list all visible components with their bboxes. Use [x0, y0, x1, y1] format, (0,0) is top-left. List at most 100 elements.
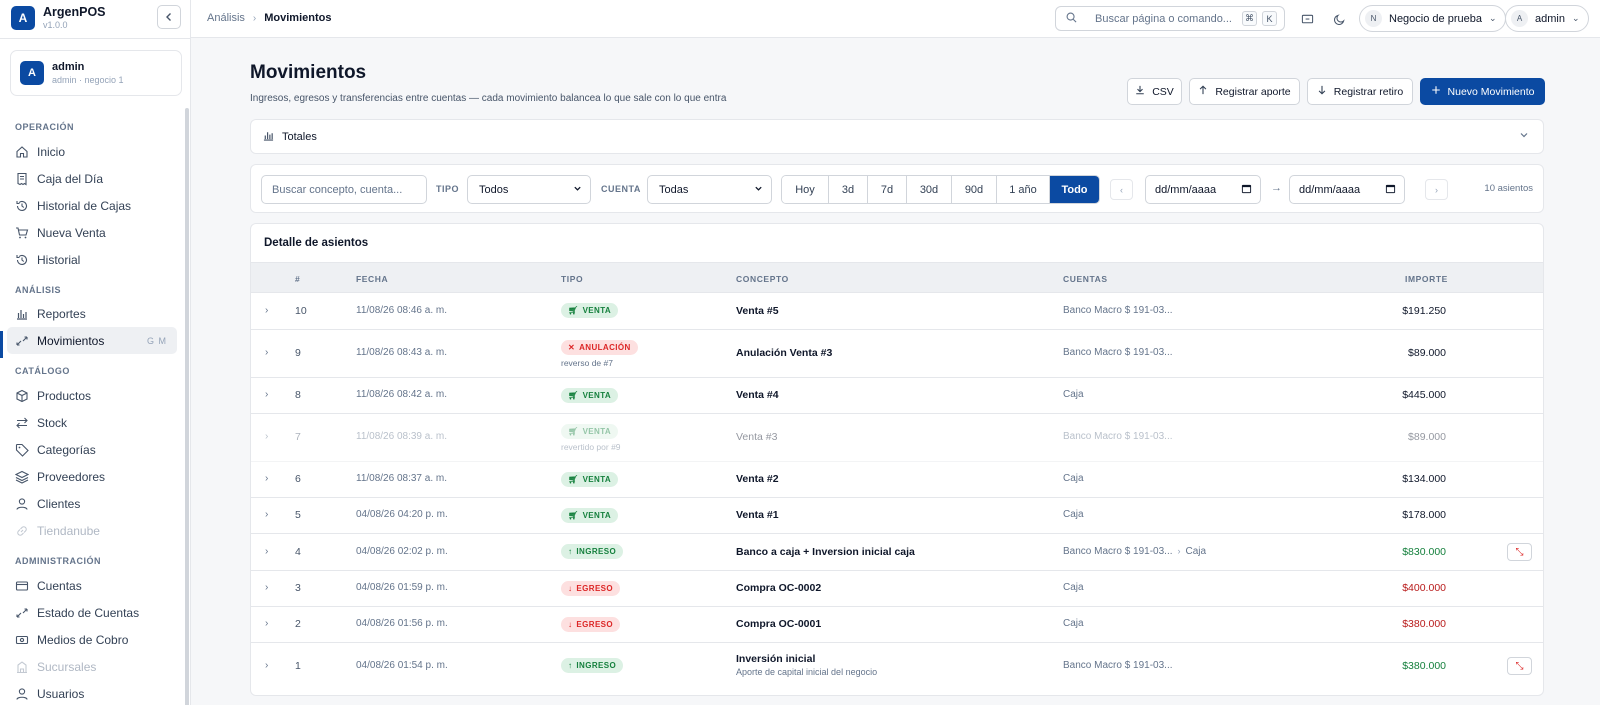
chevron-right-icon[interactable]: › — [265, 546, 268, 557]
th-importe[interactable]: IMPORTE — [1405, 274, 1448, 284]
range-7d[interactable]: 7d — [868, 176, 907, 203]
business-selector[interactable]: N Negocio de prueba ⌄ — [1359, 5, 1506, 32]
reverse-entry-button[interactable]: ⤡ — [1507, 543, 1532, 561]
sidebar-item-label: Historial de Cajas — [37, 198, 132, 213]
tipo-select[interactable]: Todos — [467, 175, 591, 204]
sidebar-scrollbar[interactable] — [185, 108, 189, 705]
sidebar-item-usuarios[interactable]: Usuarios — [7, 680, 177, 705]
sidebar-item-nueva-venta[interactable]: Nueva Venta — [7, 219, 177, 246]
sidebar-item-productos[interactable]: Productos — [7, 382, 177, 409]
sidebar-item-stock[interactable]: Stock — [7, 409, 177, 436]
chevron-right-icon[interactable]: › — [265, 473, 268, 484]
row-account: Banco Macro $ 191-03... › Caja — [1063, 546, 1206, 557]
chevron-right-icon[interactable]: › — [265, 582, 268, 593]
date-to-input[interactable]: dd/mm/aaaa — [1289, 175, 1405, 204]
export-csv-button[interactable]: CSV — [1127, 78, 1182, 105]
tipo-value: Todos — [479, 183, 509, 196]
th-fecha[interactable]: FECHA — [356, 274, 388, 284]
arrow-down-icon: ↓ — [568, 584, 573, 593]
sidebar-item-historial-de-cajas[interactable]: Historial de Cajas — [7, 192, 177, 219]
chevron-right-icon[interactable]: › — [265, 660, 268, 671]
table-row[interactable]: › 2 04/08/26 01:56 p. m. ↓ EGRESO Compra … — [251, 607, 1543, 643]
th-tipo[interactable]: TIPO — [561, 274, 583, 284]
sidebar-item-movimientos[interactable]: Movimientos G M — [7, 327, 177, 354]
sidebar-item-categorias[interactable]: Categorías — [7, 436, 177, 463]
range-todo[interactable]: Todo — [1050, 176, 1099, 203]
chevron-right-icon[interactable]: › — [265, 431, 268, 442]
range-90d[interactable]: 90d — [952, 176, 997, 203]
table-row[interactable]: › 8 11/08/26 08:42 a. m. 🛒︎ VENTA Venta #… — [251, 378, 1543, 414]
chevron-right-icon[interactable]: › — [265, 389, 268, 400]
range-hoy[interactable]: Hoy — [782, 176, 829, 203]
table-row[interactable]: › 1 04/08/26 01:54 p. m. ↑ INGRESO Invers… — [251, 643, 1543, 690]
command-search[interactable]: Buscar página o comando... ⌘ K — [1055, 6, 1285, 31]
row-number: 1 — [295, 660, 301, 672]
range-1-ano[interactable]: 1 año — [997, 176, 1050, 203]
chevron-right-icon[interactable]: › — [265, 618, 268, 629]
totales-label: Totales — [282, 130, 317, 143]
sidebar-item-label: Nueva Venta — [37, 225, 106, 240]
registrar-retiro-button[interactable]: Registrar retiro — [1307, 78, 1413, 105]
sidebar-item-label: Estado de Cuentas — [37, 605, 140, 620]
arrows-icon — [15, 606, 29, 620]
account-menu[interactable]: A admin ⌄ — [1505, 5, 1589, 32]
next-range-button[interactable]: › — [1425, 179, 1448, 200]
entries-count: 10 asientos — [1484, 183, 1533, 194]
totales-panel[interactable]: Totales — [250, 119, 1544, 154]
range-3d[interactable]: 3d — [829, 176, 868, 203]
sidebar-item-proveedores[interactable]: Proveedores — [7, 463, 177, 490]
sidebar-item-historial[interactable]: Historial — [7, 246, 177, 273]
badge-label: INGRESO — [576, 661, 617, 670]
cart-icon — [15, 226, 29, 240]
sidebar-item-estado-de-cuentas[interactable]: Estado de Cuentas — [7, 599, 177, 626]
nav-section-operacion: OPERACIÓN — [15, 122, 75, 132]
range-30d[interactable]: 30d — [907, 176, 952, 203]
sidebar-item-clientes[interactable]: Clientes — [7, 490, 177, 517]
breadcrumb-analisis[interactable]: Análisis — [207, 12, 245, 24]
table-row[interactable]: › 10 11/08/26 08:46 a. m. 🛒︎ VENTA Venta … — [251, 293, 1543, 330]
chevron-right-icon[interactable]: › — [265, 509, 268, 520]
table-row[interactable]: › 4 04/08/26 02:02 p. m. ↑ INGRESO Banco … — [251, 534, 1543, 571]
chevron-right-icon[interactable]: › — [265, 305, 268, 316]
collapse-sidebar-button[interactable] — [157, 5, 181, 29]
monitor-icon[interactable] — [1298, 10, 1316, 28]
arrows-icon: ⤡ — [1515, 660, 1524, 672]
table-row[interactable]: › 9 11/08/26 08:43 a. m. ✕ ANULACIÓN reve… — [251, 330, 1543, 378]
box-icon — [15, 389, 29, 403]
row-amount: $380.000 — [1402, 660, 1446, 672]
chevron-down-icon: ⌄ — [1571, 13, 1580, 23]
moon-icon[interactable] — [1330, 10, 1348, 28]
sidebar-item-caja-del-dia[interactable]: Caja del Día — [7, 165, 177, 192]
row-concept: Inversión inicial — [736, 653, 816, 665]
reverse-entry-button[interactable]: ⤡ — [1507, 657, 1532, 675]
table-row[interactable]: › 5 04/08/26 04:20 p. m. 🛒︎ VENTA Venta #… — [251, 498, 1543, 534]
chevron-down-icon: ⌄ — [1488, 13, 1497, 23]
chevron-right-icon[interactable]: › — [265, 347, 268, 358]
search-input[interactable]: Buscar concepto, cuenta... — [261, 175, 427, 204]
sidebar-item-medios-de-cobro[interactable]: Medios de Cobro — [7, 626, 177, 653]
table-row[interactable]: › 3 04/08/26 01:59 p. m. ↓ EGRESO Compra … — [251, 571, 1543, 607]
badge-label: EGRESO — [576, 620, 614, 629]
table-row[interactable]: › 7 11/08/26 08:39 a. m. 🛒︎ VENTA reverti… — [251, 414, 1543, 462]
sidebar-item-cuentas[interactable]: Cuentas — [7, 572, 177, 599]
sidebar-item-reportes[interactable]: Reportes — [7, 300, 177, 327]
date-from-input[interactable]: dd/mm/aaaa — [1145, 175, 1261, 204]
cuenta-select[interactable]: Todas — [647, 175, 772, 204]
th-concepto[interactable]: CONCEPTO — [736, 274, 789, 284]
table-row[interactable]: › 6 11/08/26 08:37 a. m. 🛒︎ VENTA Venta #… — [251, 462, 1543, 498]
row-amount: $830.000 — [1402, 546, 1446, 558]
prev-range-button[interactable]: ‹ — [1110, 179, 1133, 200]
history-icon — [15, 199, 29, 213]
row-concept: Venta #5 — [736, 305, 779, 317]
cart-icon: 🛒︎ — [568, 306, 579, 315]
sidebar-item-inicio[interactable]: Inicio — [7, 138, 177, 165]
topbar: Análisis › Movimientos Buscar página o c… — [191, 0, 1600, 38]
calendar-icon — [1241, 183, 1252, 197]
row-account: Banco Macro $ 191-03... — [1063, 660, 1173, 671]
breadcrumb: Análisis › Movimientos — [207, 12, 331, 24]
th-cuentas[interactable]: CUENTAS — [1063, 274, 1108, 284]
registrar-aporte-button[interactable]: Registrar aporte — [1189, 78, 1300, 105]
app-name: ArgenPOS — [43, 5, 106, 19]
nuevo-movimiento-button[interactable]: Nuevo Movimiento — [1420, 78, 1545, 105]
user-card[interactable]: A admin admin · negocio 1 — [10, 50, 182, 96]
